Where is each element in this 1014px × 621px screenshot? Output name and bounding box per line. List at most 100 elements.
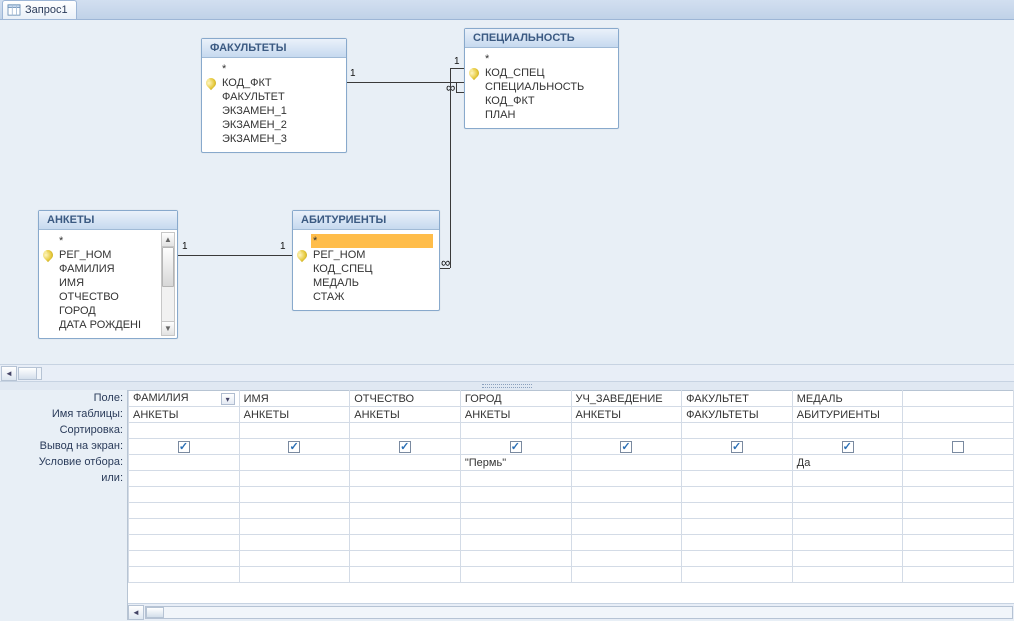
grid-cell-show[interactable] — [129, 439, 240, 455]
query-tab[interactable]: Запрос1 — [2, 0, 77, 19]
table-box-applicants[interactable]: АБИТУРИЕНТЫ * РЕГ_НОМ КОД_СПЕЦ МЕДАЛЬ СТ… — [292, 210, 440, 311]
table-title[interactable]: АНКЕТЫ — [39, 211, 177, 230]
grid-cell-field[interactable]: ФАКУЛЬТЕТ — [682, 391, 793, 407]
show-checkbox[interactable] — [510, 441, 522, 453]
field-item[interactable]: ФАКУЛЬТЕТ — [220, 90, 340, 104]
field-item[interactable]: КОД_СПЕЦ — [311, 262, 433, 276]
grid-cell-criteria[interactable] — [350, 455, 461, 471]
grid-cell-criteria[interactable]: "Пермь" — [460, 455, 571, 471]
field-item[interactable]: ИМЯ — [57, 276, 159, 290]
grid-cell-table[interactable]: АНКЕТЫ — [350, 407, 461, 423]
field-list-scrollbar[interactable]: ▲ ▼ — [161, 232, 175, 336]
grid-cell-sort[interactable] — [792, 423, 903, 439]
show-checkbox[interactable] — [178, 441, 190, 453]
scroll-track[interactable] — [18, 367, 42, 380]
field-star[interactable]: * — [57, 234, 159, 248]
relation-line[interactable] — [178, 255, 292, 256]
grid-cell-criteria[interactable] — [903, 455, 1014, 471]
grid-cell-sort[interactable] — [239, 423, 350, 439]
grid-cell-show[interactable] — [239, 439, 350, 455]
grid-cell-table[interactable]: АНКЕТЫ — [129, 407, 240, 423]
field-item[interactable]: РЕГ_НОМ — [57, 248, 159, 262]
grid-cell-or[interactable] — [460, 471, 571, 487]
grid-cell-table[interactable]: АБИТУРИЕНТЫ — [792, 407, 903, 423]
field-item[interactable]: ФАМИЛИЯ — [57, 262, 159, 276]
grid-cell-table[interactable]: АНКЕТЫ — [571, 407, 682, 423]
pane-splitter[interactable] — [0, 382, 1014, 390]
field-item[interactable]: МЕДАЛЬ — [311, 276, 433, 290]
field-item[interactable]: КОД_СПЕЦ — [483, 66, 612, 80]
grid-cell-criteria[interactable] — [571, 455, 682, 471]
grid-cell-or[interactable] — [792, 471, 903, 487]
grid-cell-show[interactable] — [792, 439, 903, 455]
scroll-left-icon[interactable]: ◄ — [128, 605, 144, 620]
grid-cell-field[interactable]: ГОРОД — [460, 391, 571, 407]
grid-cell-show[interactable] — [571, 439, 682, 455]
field-item[interactable]: ЭКЗАМЕН_1 — [220, 104, 340, 118]
scroll-track[interactable] — [145, 606, 1013, 619]
scroll-left-icon[interactable]: ◄ — [1, 366, 17, 381]
grid-cell-table[interactable]: АНКЕТЫ — [239, 407, 350, 423]
relation-line[interactable] — [450, 68, 451, 268]
table-title[interactable]: ФАКУЛЬТЕТЫ — [202, 39, 346, 58]
grid-cell-sort[interactable] — [571, 423, 682, 439]
table-title[interactable]: СПЕЦИАЛЬНОСТЬ — [465, 29, 618, 48]
scroll-up-icon[interactable]: ▲ — [162, 233, 174, 247]
grid-cell-field[interactable]: ОТЧЕСТВО — [350, 391, 461, 407]
grid-cell-criteria[interactable] — [239, 455, 350, 471]
scroll-thumb[interactable] — [146, 607, 164, 618]
grid-cell-or[interactable] — [903, 471, 1014, 487]
grid-cell-field[interactable]: ИМЯ — [239, 391, 350, 407]
field-item[interactable]: ЭКЗАМЕН_3 — [220, 132, 340, 146]
grid-cell-field[interactable]: УЧ_ЗАВЕДЕНИЕ — [571, 391, 682, 407]
grid-cell-criteria[interactable]: Да — [792, 455, 903, 471]
table-box-questionnaires[interactable]: АНКЕТЫ * РЕГ_НОМ ФАМИЛИЯ ИМЯ ОТЧЕСТВО ГО… — [38, 210, 178, 339]
grid-cell-field[interactable]: МЕДАЛЬ — [792, 391, 903, 407]
design-pane[interactable]: ФАКУЛЬТЕТЫ * КОД_ФКТ ФАКУЛЬТЕТ ЭКЗАМЕН_1… — [0, 20, 1014, 365]
field-item[interactable]: ДАТА РОЖДЕНІ — [57, 318, 159, 332]
field-item[interactable]: ГОРОД — [57, 304, 159, 318]
grid-cell-table[interactable]: ФАКУЛЬТЕТЫ — [682, 407, 793, 423]
grid-hscroll[interactable]: ◄ — [128, 603, 1014, 620]
scroll-thumb[interactable] — [162, 247, 174, 287]
grid-cell-show[interactable] — [350, 439, 461, 455]
grid-cell-or[interactable] — [129, 471, 240, 487]
show-checkbox[interactable] — [288, 441, 300, 453]
show-checkbox[interactable] — [952, 441, 964, 453]
field-item[interactable]: КОД_ФКТ — [220, 76, 340, 90]
grid-cell-or[interactable] — [350, 471, 461, 487]
scroll-down-icon[interactable]: ▼ — [162, 321, 174, 335]
grid-cell-field[interactable] — [903, 391, 1014, 407]
show-checkbox[interactable] — [399, 441, 411, 453]
grid-cell-criteria[interactable] — [682, 455, 793, 471]
scroll-thumb[interactable] — [19, 368, 37, 379]
field-item[interactable]: КОД_ФКТ — [483, 94, 612, 108]
grid-cell-or[interactable] — [571, 471, 682, 487]
grid-cell-sort[interactable] — [460, 423, 571, 439]
grid-cell-show[interactable] — [460, 439, 571, 455]
field-star[interactable]: * — [220, 62, 340, 76]
show-checkbox[interactable] — [620, 441, 632, 453]
scroll-track[interactable] — [162, 247, 174, 321]
grid-cell-sort[interactable] — [903, 423, 1014, 439]
grid-cell-table[interactable] — [903, 407, 1014, 423]
table-title[interactable]: АБИТУРИЕНТЫ — [293, 211, 439, 230]
field-star[interactable]: * — [311, 234, 433, 248]
field-item[interactable]: ПЛАН — [483, 108, 612, 122]
grid-cell-criteria[interactable] — [129, 455, 240, 471]
grid-cell-show[interactable] — [682, 439, 793, 455]
grid-cell-sort[interactable] — [682, 423, 793, 439]
grid-cell-or[interactable] — [682, 471, 793, 487]
grid-cell-or[interactable] — [239, 471, 350, 487]
field-item[interactable]: ЭКЗАМЕН_2 — [220, 118, 340, 132]
grid-cell-table[interactable]: АНКЕТЫ — [460, 407, 571, 423]
dropdown-icon[interactable]: ▾ — [221, 393, 235, 405]
grid-cell-show[interactable] — [903, 439, 1014, 455]
grid-cell-sort[interactable] — [350, 423, 461, 439]
grid-cell-sort[interactable] — [129, 423, 240, 439]
field-star[interactable]: * — [483, 52, 612, 66]
design-hscroll[interactable]: ◄ — [0, 365, 1014, 382]
show-checkbox[interactable] — [842, 441, 854, 453]
field-item[interactable]: СПЕЦИАЛЬНОСТЬ — [483, 80, 612, 94]
field-item[interactable]: СТАЖ — [311, 290, 433, 304]
